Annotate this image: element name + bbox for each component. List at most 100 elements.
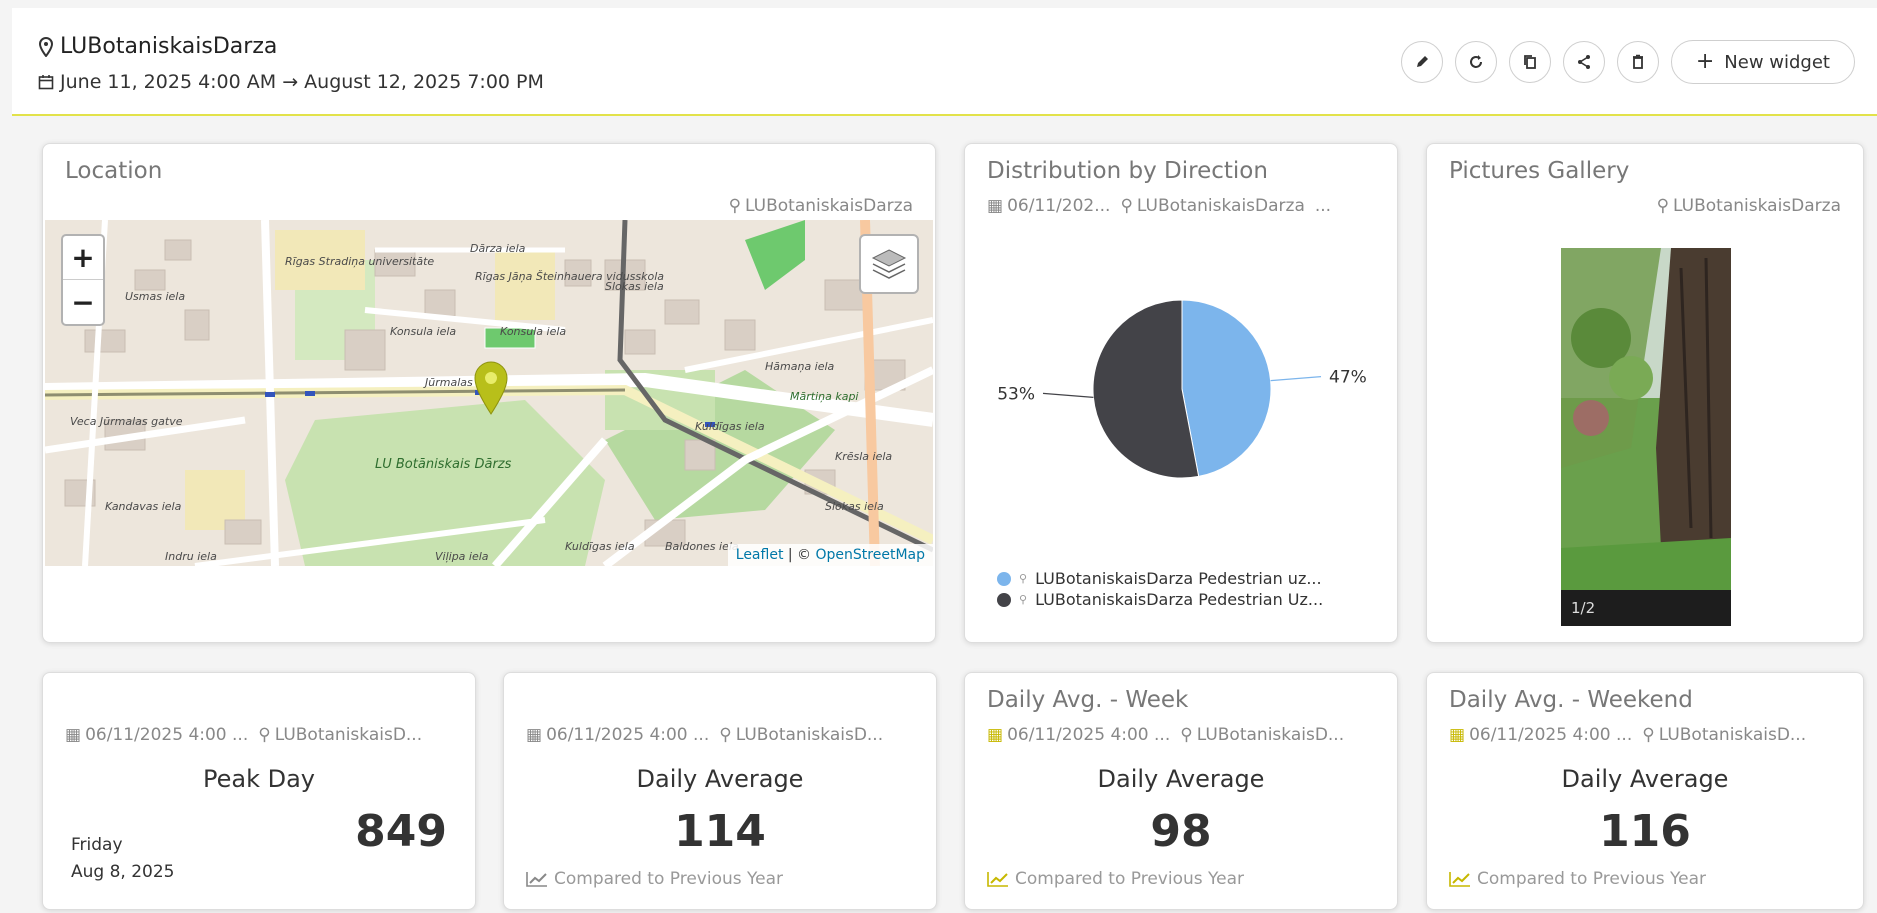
compare-row: Compared to Previous Year <box>987 869 1244 889</box>
pie-label-connector <box>1042 392 1094 398</box>
daily-average-card: ▦ 06/11/2025 4:00 ... ⚲ LUBotaniskaisD..… <box>503 672 937 910</box>
peak-date: Aug 8, 2025 <box>71 862 175 882</box>
legend-label: LUBotaniskaisDarza Pedestrian uz... <box>1035 569 1322 588</box>
share-button[interactable] <box>1562 41 1605 83</box>
calendar-icon: ▦ <box>987 725 1004 745</box>
copy-button[interactable] <box>1508 41 1551 83</box>
peak-weekday: Friday <box>71 835 123 855</box>
copy-icon <box>1523 55 1536 69</box>
week-card-meta: ▦ 06/11/2025 4:00 ... ⚲ LUBotaniskaisD..… <box>987 725 1345 745</box>
location-pin-icon <box>38 36 54 57</box>
svg-text:Kuldīgas iela: Kuldīgas iela <box>565 540 635 553</box>
location-pin-icon: ⚲ <box>1642 725 1655 745</box>
pencil-icon <box>1416 56 1428 67</box>
compare-row: Compared to Previous Year <box>1449 869 1706 889</box>
legend-swatch <box>997 592 1011 607</box>
location-card: Location ⚲ LUBotaniskaisDarza Rīgas Stra… <box>42 143 936 643</box>
plus-icon: + <box>1695 49 1715 74</box>
compare-text: Compared to Previous Year <box>1477 869 1707 889</box>
location-card-site: ⚲ LUBotaniskaisDarza <box>728 196 913 216</box>
svg-text:LU Botāniskais Dārzs: LU Botāniskais Dārzs <box>375 457 512 472</box>
compare-row: Compared to Previous Year <box>526 869 783 889</box>
compare-text: Compared to Previous Year <box>1015 869 1245 889</box>
new-widget-label: New widget <box>1724 51 1830 73</box>
legend-label: LUBotaniskaisDarza Pedestrian Uz... <box>1035 590 1324 609</box>
calendar-icon: ▦ <box>526 725 543 745</box>
svg-text:Kuldīgas iela: Kuldīgas iela <box>695 420 765 433</box>
weekend-average-label: Daily Average <box>1561 765 1729 793</box>
peak-day-card: ▦ 06/11/2025 4:00 ... ⚲ LUBotaniskaisD..… <box>42 672 476 910</box>
week-card-title: Daily Avg. - Week <box>987 687 1189 713</box>
delete-button[interactable] <box>1616 41 1659 83</box>
pie-data-label: 47% <box>1329 368 1367 388</box>
zoom-in-button[interactable]: + <box>63 236 103 280</box>
location-pin-icon: ⚲ <box>1120 196 1133 216</box>
daily-average-label: Daily Average <box>636 765 804 793</box>
location-card-title: Location <box>65 158 163 184</box>
calendar-icon <box>38 75 54 90</box>
refresh-icon <box>1469 55 1482 68</box>
gallery-card-site: ⚲ LUBotaniskaisDarza <box>1656 196 1841 216</box>
calendar-icon: ▦ <box>1449 725 1466 745</box>
svg-text:Viļipa iela: Viļipa iela <box>435 550 489 563</box>
direction-card-title: Distribution by Direction <box>987 158 1268 184</box>
layers-button[interactable] <box>859 234 919 294</box>
site-name: LUBotaniskaisDarza <box>60 34 278 59</box>
pie-data-label: 53% <box>997 384 1035 404</box>
direction-card: Distribution by Direction ▦ 06/11/202...… <box>964 143 1398 643</box>
refresh-button[interactable] <box>1454 41 1497 83</box>
svg-text:Konsula iela: Konsula iela <box>390 325 456 338</box>
trend-chart-icon <box>987 872 1008 887</box>
direction-card-meta: ▦ 06/11/202... ⚲ LUBotaniskaisDarza ... <box>987 196 1332 216</box>
date-range: June 11, 2025 4:00 AM → August 12, 2025 … <box>38 71 544 93</box>
location-pin-icon: ⚲ <box>1180 725 1193 745</box>
location-pin-icon: ⚲ <box>728 196 742 216</box>
calendar-icon: ▦ <box>65 725 82 745</box>
map-attribution: Leaflet | © OpenStreetMap <box>727 544 933 566</box>
leaflet-link[interactable]: Leaflet <box>736 547 784 563</box>
osm-link[interactable]: OpenStreetMap <box>816 547 925 563</box>
pie-legend: ⚲ LUBotaniskaisDarza Pedestrian uz... ⚲ … <box>997 568 1323 610</box>
pedestrian-icon: ⚲ <box>1019 572 1028 585</box>
date-range-text: June 11, 2025 4:00 AM → August 12, 2025 … <box>60 71 544 93</box>
svg-text:Slokas iela: Slokas iela <box>605 280 664 293</box>
weekend-average-card: Daily Avg. - Weekend ▦ 06/11/2025 4:00 .… <box>1426 672 1864 910</box>
map-tiles: Rīgas Stradiņa universitāte Rīgas Jāņa Š… <box>45 220 933 566</box>
pie-slice[interactable] <box>1181 299 1272 478</box>
map-view[interactable]: Rīgas Stradiņa universitāte Rīgas Jāņa Š… <box>45 220 933 566</box>
pedestrian-icon: ⚲ <box>1019 593 1028 606</box>
new-widget-button[interactable]: + New widget <box>1670 40 1855 84</box>
toolbar: + New widget <box>1400 40 1855 84</box>
avg-card-meta: ▦ 06/11/2025 4:00 ... ⚲ LUBotaniskaisD..… <box>526 725 884 745</box>
peak-day-value: 849 <box>355 806 447 857</box>
trash-icon <box>1632 54 1643 69</box>
gallery-photo[interactable]: 1/2 <box>1561 248 1731 626</box>
svg-text:Dārza iela: Dārza iela <box>470 242 526 255</box>
peak-card-meta: ▦ 06/11/2025 4:00 ... ⚲ LUBotaniskaisD..… <box>65 725 423 745</box>
share-icon <box>1577 55 1590 69</box>
weekend-card-meta: ▦ 06/11/2025 4:00 ... ⚲ LUBotaniskaisD..… <box>1449 725 1807 745</box>
tree-photo <box>1561 248 1731 626</box>
trend-chart-icon <box>1449 872 1470 887</box>
svg-text:Indru iela: Indru iela <box>165 550 217 563</box>
attribution-separator: | © <box>783 547 816 563</box>
week-average-label: Daily Average <box>1097 765 1265 793</box>
legend-item[interactable]: ⚲ LUBotaniskaisDarza Pedestrian Uz... <box>997 589 1323 610</box>
compare-text: Compared to Previous Year <box>554 869 784 889</box>
peak-day-label: Peak Day <box>202 765 315 793</box>
pie-label-connector <box>1270 376 1322 382</box>
svg-text:Rīgas Stradiņa universitāte: Rīgas Stradiņa universitāte <box>285 255 434 268</box>
edit-button[interactable] <box>1400 41 1443 83</box>
legend-item[interactable]: ⚲ LUBotaniskaisDarza Pedestrian uz... <box>997 568 1323 589</box>
legend-swatch <box>997 571 1011 586</box>
zoom-out-button[interactable]: − <box>63 280 103 324</box>
week-average-value: 98 <box>1150 806 1212 857</box>
svg-text:Slokas iela: Slokas iela <box>825 500 884 513</box>
week-average-card: Daily Avg. - Week ▦ 06/11/2025 4:00 ... … <box>964 672 1398 910</box>
svg-text:Veca Jūrmalas gatve: Veca Jūrmalas gatve <box>70 415 183 428</box>
svg-text:Krēsla iela: Krēsla iela <box>835 450 892 463</box>
weekend-card-title: Daily Avg. - Weekend <box>1449 687 1693 713</box>
location-pin-icon: ⚲ <box>719 725 732 745</box>
svg-text:Hāmaņa iela: Hāmaņa iela <box>765 360 835 373</box>
layers-icon <box>871 249 907 279</box>
